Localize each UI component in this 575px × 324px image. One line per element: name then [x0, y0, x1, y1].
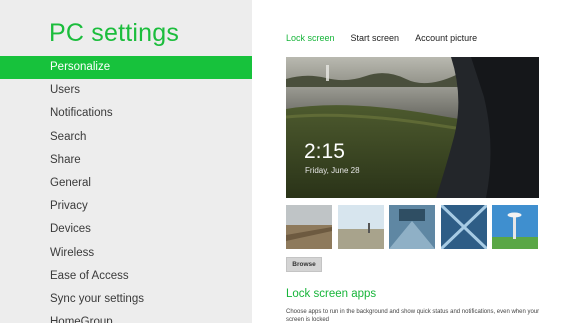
- main-panel: Lock screen Start screen Account picture: [252, 0, 575, 323]
- background-thumbnail-1[interactable]: [286, 205, 332, 249]
- nav-item-wireless[interactable]: Wireless: [0, 242, 252, 265]
- tab-account-picture[interactable]: Account picture: [415, 33, 477, 43]
- lock-screen-apps-title: Lock screen apps: [286, 288, 377, 300]
- nav-item-search[interactable]: Search: [0, 126, 252, 149]
- lock-clock-date: Friday, June 28: [305, 166, 360, 175]
- nav-item-notifications[interactable]: Notifications: [0, 102, 252, 125]
- lock-clock-time: 2:15: [304, 140, 345, 163]
- nav-item-ease-of-access[interactable]: Ease of Access: [0, 265, 252, 288]
- nav-item-personalize[interactable]: Personalize: [0, 56, 252, 80]
- nav-item-share[interactable]: Share: [0, 149, 252, 172]
- settings-nav: Personalize Users Notifications Search S…: [0, 56, 252, 323]
- background-thumbnail-4[interactable]: [440, 205, 487, 249]
- lock-screen-apps-description: Choose apps to run in the background and…: [286, 309, 540, 323]
- nav-item-users[interactable]: Users: [0, 79, 252, 102]
- browse-button[interactable]: Browse: [286, 257, 322, 272]
- personalize-tabs: Lock screen Start screen Account picture: [286, 33, 493, 43]
- nav-item-homegroup[interactable]: HomeGroup: [0, 311, 252, 323]
- background-thumbnail-2[interactable]: [337, 205, 384, 249]
- background-thumbnail-5[interactable]: [492, 205, 538, 249]
- lake-landscape-image: [286, 57, 539, 198]
- app-title: PC settings: [49, 19, 180, 47]
- sidebar: PC settings Personalize Users Notificati…: [0, 0, 252, 323]
- nav-item-general[interactable]: General: [0, 172, 252, 195]
- tab-lock-screen[interactable]: Lock screen: [286, 33, 335, 43]
- background-thumbnail-3[interactable]: [389, 205, 435, 249]
- lock-screen-preview: 2:15 Friday, June 28: [286, 57, 539, 198]
- background-thumbnails: [286, 205, 544, 249]
- nav-item-sync-settings[interactable]: Sync your settings: [0, 288, 252, 311]
- nav-item-devices[interactable]: Devices: [0, 218, 252, 241]
- tab-start-screen[interactable]: Start screen: [351, 33, 400, 43]
- nav-item-privacy[interactable]: Privacy: [0, 195, 252, 218]
